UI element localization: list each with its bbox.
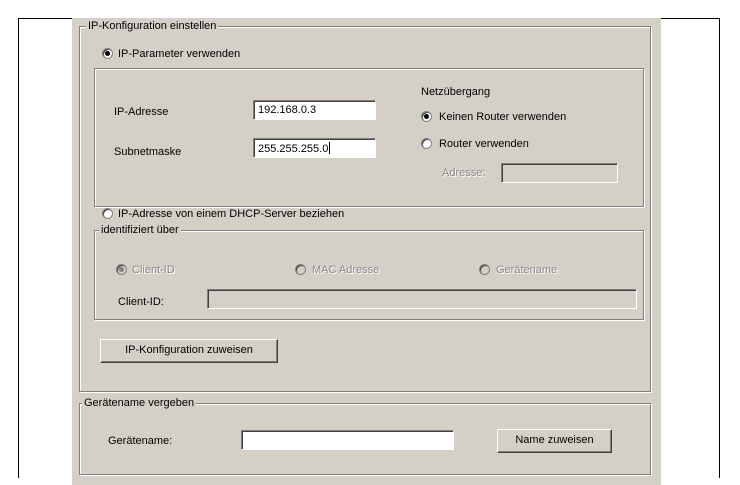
no-router-radio[interactable] bbox=[421, 111, 432, 122]
ip-address-field[interactable]: 192.168.0.3 bbox=[253, 100, 376, 120]
dhcp-label[interactable]: IP-Adresse von einem DHCP-Server beziehe… bbox=[118, 207, 344, 221]
client-id-field[interactable] bbox=[207, 289, 637, 309]
device-name-option-label[interactable]: Gerätename bbox=[496, 263, 557, 277]
text-cursor bbox=[329, 142, 331, 154]
use-ip-params-radio[interactable] bbox=[102, 48, 113, 59]
identified-by-title: identifiziert über bbox=[99, 223, 181, 237]
assign-ip-config-button[interactable]: IP-Konfiguration zuweisen bbox=[100, 339, 278, 363]
mac-address-option-label[interactable]: MAC Adresse bbox=[312, 263, 379, 277]
device-name-group-title: Gerätename vergeben bbox=[82, 396, 197, 410]
subnet-label: Subnetmaske bbox=[114, 146, 182, 158]
subnet-value: 255.255.255.0 bbox=[258, 143, 329, 155]
ip-config-group-title: IP-Konfiguration einstellen bbox=[86, 19, 219, 33]
dialog: IP-Konfiguration einstellen IP-Parameter… bbox=[72, 18, 661, 485]
router-address-field[interactable] bbox=[501, 163, 618, 183]
client-id-label: Client-ID: bbox=[118, 296, 164, 308]
assign-name-button[interactable]: Name zuweisen bbox=[497, 429, 612, 453]
router-address-label: Adresse: bbox=[442, 167, 486, 179]
client-id-option-label[interactable]: Client-ID bbox=[132, 263, 175, 277]
device-name-radio[interactable] bbox=[479, 264, 490, 275]
device-name-field[interactable] bbox=[241, 430, 454, 450]
gateway-title: Netzübergang bbox=[421, 86, 491, 98]
device-name-label: Gerätename: bbox=[108, 435, 173, 447]
use-ip-params-label[interactable]: IP-Parameter verwenden bbox=[118, 47, 240, 61]
no-router-label[interactable]: Keinen Router verwenden bbox=[439, 110, 566, 124]
mac-address-radio[interactable] bbox=[295, 264, 306, 275]
use-router-radio[interactable] bbox=[421, 138, 432, 149]
dhcp-radio[interactable] bbox=[102, 208, 113, 219]
subnet-field[interactable]: 255.255.255.0 bbox=[253, 138, 376, 158]
client-id-radio[interactable] bbox=[116, 264, 127, 275]
use-router-label[interactable]: Router verwenden bbox=[439, 137, 529, 151]
ip-address-label: IP-Adresse bbox=[114, 106, 169, 118]
